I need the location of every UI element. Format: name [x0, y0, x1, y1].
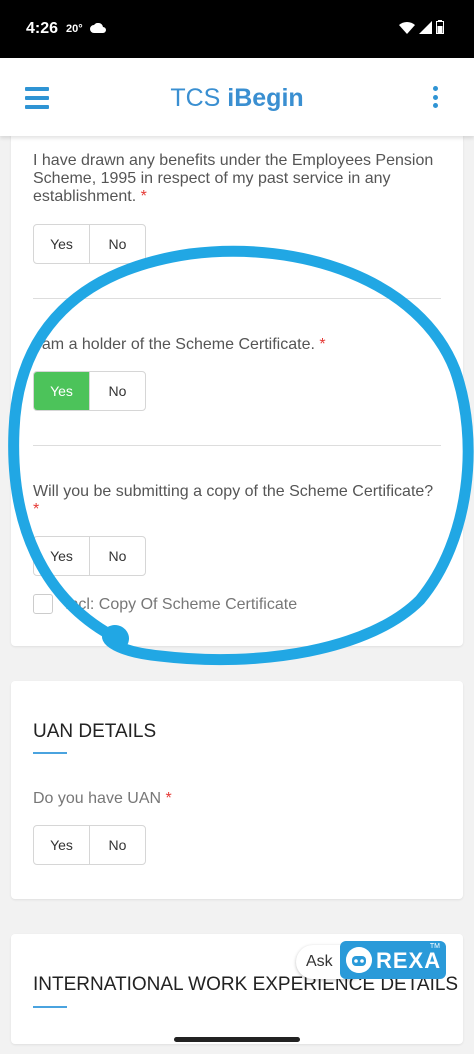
app-title-bold: iBegin: [227, 84, 304, 112]
rexa-chatbot-launcher[interactable]: Ask REXA TM: [296, 941, 448, 981]
scheme-certificate-checkbox[interactable]: [33, 594, 53, 614]
submit-copy-toggle: Yes No: [33, 536, 146, 576]
submit-copy-yes-button[interactable]: Yes: [34, 537, 90, 575]
app-title-prefix: TCS: [170, 84, 228, 112]
scheme-holder-toggle: Yes No: [33, 371, 146, 411]
required-marker: *: [165, 790, 172, 807]
eps-benefits-toggle: Yes No: [33, 224, 146, 264]
uan-section-title: UAN DETAILS: [33, 721, 157, 742]
section-underline: [33, 1006, 67, 1008]
cloud-icon: [90, 23, 106, 33]
eps-benefits-yes-button[interactable]: Yes: [34, 225, 90, 263]
uan-yes-button[interactable]: Yes: [34, 826, 90, 864]
rexa-badge: REXA TM: [340, 941, 446, 979]
trademark: TM: [429, 943, 440, 950]
question-eps-benefits: I have drawn any benefits under the Empl…: [33, 152, 443, 206]
robot-icon: [346, 947, 372, 973]
app-title: TCS iBegin: [0, 84, 474, 113]
app-bar: TCS iBegin: [0, 58, 474, 136]
divider: [33, 445, 441, 446]
question-submit-copy: Will you be submitting a copy of the Sch…: [33, 483, 443, 519]
question-have-uan: Do you have UAN *: [33, 790, 443, 808]
status-icons: [399, 20, 444, 34]
uan-toggle: Yes No: [33, 825, 146, 865]
scheme-holder-no-button[interactable]: No: [90, 372, 145, 410]
question-text: Will you be submitting a copy of the Sch…: [33, 483, 434, 500]
question-text: I am a holder of the Scheme Certificate.: [33, 336, 315, 353]
question-text: I have drawn any benefits under the Empl…: [33, 152, 434, 205]
scheme-certificate-checkbox-label: Incl: Copy Of Scheme Certificate: [65, 596, 298, 613]
status-temperature: 20°: [66, 23, 83, 35]
required-marker: *: [33, 501, 40, 518]
status-bar: 4:26 20°: [0, 0, 474, 58]
uan-no-button[interactable]: No: [90, 826, 145, 864]
required-marker: *: [140, 188, 147, 205]
gesture-nav-handle[interactable]: [174, 1037, 300, 1042]
required-marker: *: [319, 336, 326, 353]
section-underline: [33, 752, 67, 754]
submit-copy-no-button[interactable]: No: [90, 537, 145, 575]
status-time: 4:26: [26, 20, 59, 37]
wifi-icon: [399, 21, 415, 34]
scheme-holder-yes-button[interactable]: Yes: [34, 372, 90, 410]
signal-icon: [419, 20, 432, 34]
pension-questions-card: I have drawn any benefits under the Empl…: [11, 130, 463, 646]
question-scheme-holder: I am a holder of the Scheme Certificate.…: [33, 336, 443, 354]
rexa-name: REXA: [376, 948, 442, 973]
ask-label: Ask: [306, 953, 333, 970]
uan-details-card: UAN DETAILS Do you have UAN * Yes No: [11, 681, 463, 899]
battery-icon: [436, 20, 444, 34]
question-text: Do you have UAN: [33, 790, 162, 807]
divider: [33, 298, 441, 299]
more-options-icon[interactable]: [432, 86, 438, 108]
eps-benefits-no-button[interactable]: No: [90, 225, 145, 263]
